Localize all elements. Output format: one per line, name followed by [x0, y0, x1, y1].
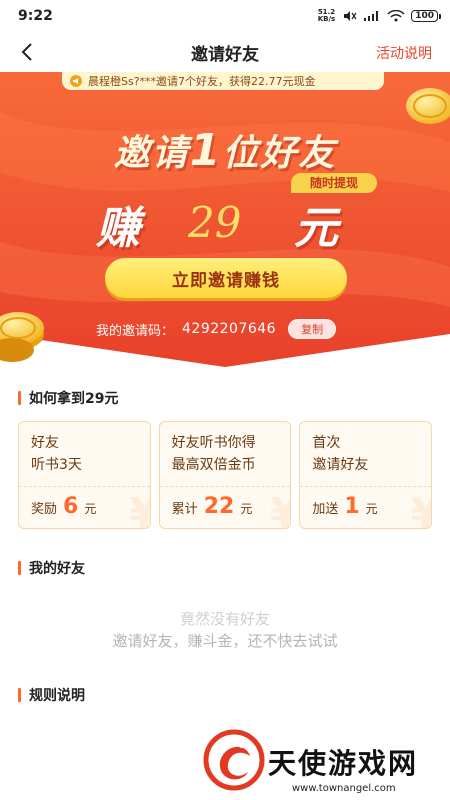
site-watermark: 天使游戏网 www.townangel.com — [200, 710, 450, 800]
reward-cards: 好友 听书3天 奖励 6 元 ¥ 好友听书你得 最高双倍金币 累计 22 元 ¥ — [18, 421, 433, 529]
section-marker — [18, 391, 21, 405]
page-title: 邀请好友 — [191, 44, 259, 65]
reward-card-line1: 好友 — [31, 435, 59, 451]
reward-card-number: 1 — [344, 494, 360, 519]
earn-amount-row: 赚 29 元 — [96, 192, 366, 254]
reward-card-prefix: 累计 — [171, 502, 198, 517]
speaker-icon — [70, 75, 82, 87]
silent-icon — [344, 11, 357, 21]
reward-card-divider — [159, 486, 291, 487]
how-to-section-header: 如何拿到29元 — [18, 388, 118, 408]
reward-card-line1: 好友听书你得 — [171, 435, 256, 451]
ticker-text: 晨程橙Ss?***邀请7个好友，获得22.77元现金 — [88, 75, 316, 88]
invite-ticker: 晨程橙Ss?***邀请7个好友，获得22.77元现金 — [62, 72, 384, 90]
copy-button[interactable]: 复制 — [288, 319, 337, 339]
battery-indicator: 100 — [411, 10, 441, 22]
reward-card-prefix: 加送 — [312, 502, 339, 517]
invite-code-value: 4292207646 — [182, 321, 277, 337]
reward-card-unit: 元 — [84, 502, 97, 516]
section-marker — [18, 561, 21, 575]
banner-headline: 邀请1位好友 — [0, 124, 450, 176]
chevron-left-icon[interactable] — [16, 40, 40, 64]
reward-card-amount: 奖励 6 元 — [31, 494, 96, 519]
status-icons: 51.2 KB/s 100 — [318, 9, 441, 23]
status-bar: 9:22 51.2 KB/s 100 — [0, 0, 450, 32]
reward-card-description: 好友 听书3天 — [31, 432, 82, 476]
friends-empty-hint: 邀请好友，赚斗金，还不快去试试 — [112, 632, 338, 650]
reward-card-description: 首次 邀请好友 — [312, 432, 368, 476]
headline-suffix: 位好友 — [222, 133, 337, 174]
invite-banner: 晨程橙Ss?***邀请7个好友，获得22.77元现金 邀请1位好友 随时提现 赚… — [0, 72, 450, 367]
reward-card-unit: 元 — [365, 502, 378, 516]
reward-card-number: 6 — [63, 494, 79, 519]
friends-empty-title: 竟然没有好友 — [179, 610, 270, 628]
status-time: 9:22 — [18, 8, 53, 24]
yuan-watermark-icon: ¥ — [410, 489, 431, 528]
invite-friends-screen: 9:22 51.2 KB/s 100 邀请好友 活动说明 晨程橙Ss?***邀请… — [0, 0, 450, 800]
section-marker — [18, 688, 21, 702]
reward-card-description: 好友听书你得 最高双倍金币 — [172, 432, 256, 476]
how-to-title: 如何拿到29元 — [29, 391, 119, 407]
withdraw-anytime-tag: 随时提现 — [291, 173, 377, 193]
reward-card-prefix: 奖励 — [31, 502, 58, 517]
yuan-watermark-icon: ¥ — [129, 489, 150, 528]
gold-coin-stack-icon — [0, 312, 44, 362]
reward-card-divider — [19, 486, 150, 487]
watermark-text: 天使游戏网 — [268, 747, 419, 780]
activity-rules-link[interactable]: 活动说明 — [376, 43, 432, 63]
friends-title: 我的好友 — [29, 561, 85, 577]
network-speed-unit: KB/s — [317, 15, 336, 23]
reward-card-number: 22 — [203, 494, 235, 519]
earn-word: 赚 — [96, 203, 140, 254]
invite-code-label: 我的邀请码： — [96, 323, 175, 339]
wifi-icon — [387, 10, 405, 22]
headline-number: 1 — [189, 125, 223, 176]
site-logo-icon — [203, 729, 265, 791]
reward-card-line2: 邀请好友 — [312, 457, 369, 473]
reward-card: 首次 邀请好友 加送 1 元 ¥ — [299, 421, 433, 529]
reward-card-divider — [300, 486, 432, 487]
reward-card-line2: 最高双倍金币 — [171, 457, 256, 473]
invite-code-row: 我的邀请码： 4292207646 复制 — [96, 318, 337, 340]
reward-card-amount: 累计 22 元 — [172, 494, 253, 519]
network-speed: 51.2 KB/s — [318, 9, 335, 23]
rules-title: 规则说明 — [29, 688, 85, 704]
nav-bar: 邀请好友 活动说明 — [0, 32, 450, 72]
earn-unit: 元 — [294, 203, 338, 254]
headline-prefix: 邀请 — [113, 133, 190, 174]
reward-card-unit: 元 — [240, 502, 253, 516]
reward-card: 好友听书你得 最高双倍金币 累计 22 元 ¥ — [158, 421, 292, 529]
earn-amount: 29 — [188, 198, 242, 247]
signal-icon — [364, 11, 379, 21]
reward-card-amount: 加送 1 元 — [312, 494, 377, 519]
rules-section-header: 规则说明 — [18, 685, 85, 705]
invite-now-button[interactable]: 立即邀请赚钱 — [105, 258, 347, 298]
yuan-watermark-icon: ¥ — [270, 489, 291, 528]
reward-card: 好友 听书3天 奖励 6 元 ¥ — [18, 421, 151, 529]
watermark-url: www.townangel.com — [292, 783, 396, 794]
reward-card-line2: 听书3天 — [31, 457, 82, 473]
reward-card-line1: 首次 — [312, 435, 341, 451]
friends-section-header: 我的好友 — [18, 558, 85, 578]
